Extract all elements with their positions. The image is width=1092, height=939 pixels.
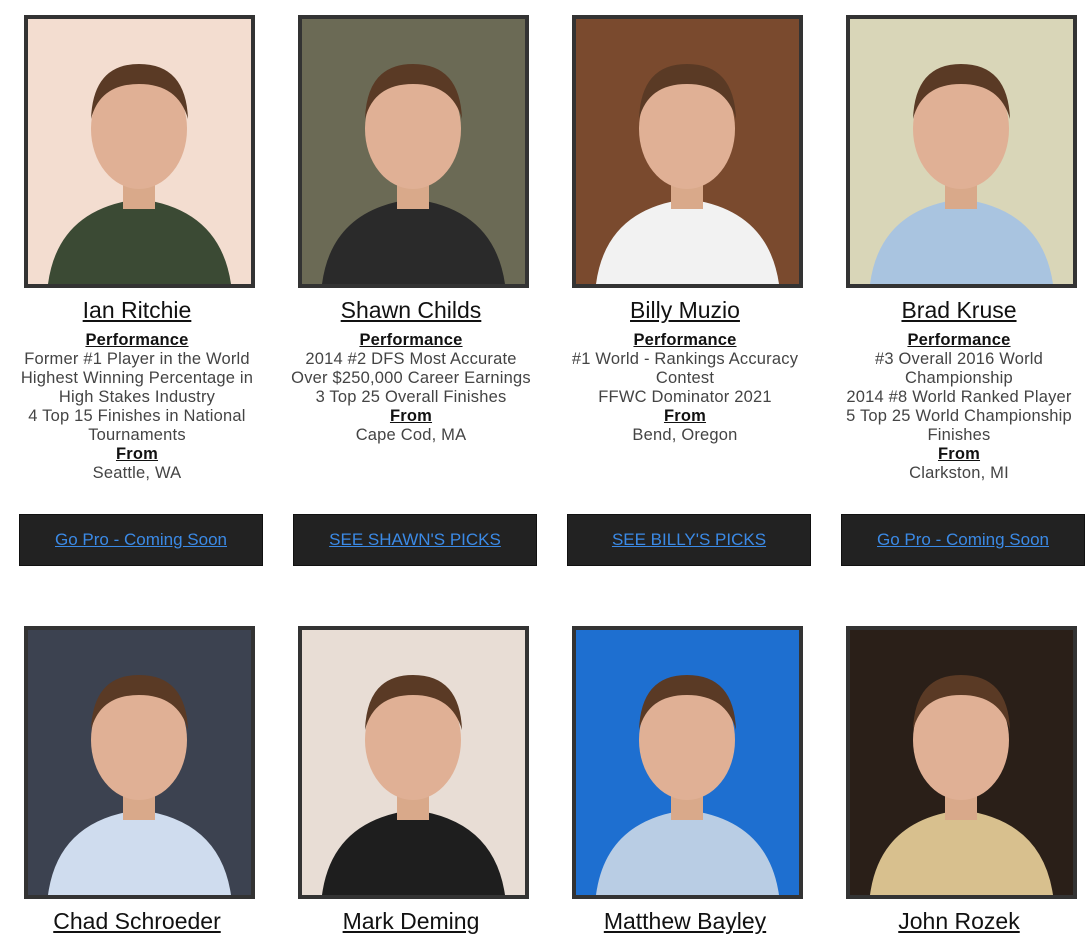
expert-card: Brad Kruse Performance #3 Overall 2016 W… — [822, 0, 1092, 570]
expert-photo — [572, 626, 803, 899]
expert-name-link[interactable]: Billy Muzio — [548, 297, 822, 324]
expert-name-link[interactable]: Shawn Childs — [274, 297, 548, 324]
expert-card: Shawn Childs Performance 2014 #2 DFS Mos… — [274, 0, 548, 570]
performance-line: Over $250,000 Career Earnings — [291, 369, 531, 387]
expert-info: Performance 2014 #2 DFS Most Accurate Ove… — [284, 331, 538, 445]
expert-photo — [24, 626, 255, 899]
portrait-image — [576, 630, 799, 895]
performance-heading: Performance — [907, 331, 1011, 349]
expert-info: Performance #1 World - Rankings Accuracy… — [558, 331, 812, 445]
from-heading: From — [937, 445, 981, 463]
performance-line: #3 Overall 2016 World Championship — [874, 350, 1044, 387]
portrait-image — [850, 630, 1073, 895]
expert-picks-button[interactable]: SEE SHAWN'S PICKS — [293, 514, 537, 566]
expert-card: Billy Muzio Performance #1 World - Ranki… — [548, 0, 822, 570]
performance-line: 3 Top 25 Overall Finishes — [315, 388, 507, 406]
performance-line: Highest Winning Percentage in High Stake… — [20, 369, 254, 406]
portrait-image — [850, 19, 1073, 284]
expert-info: Performance Former #1 Player in the Worl… — [10, 331, 264, 483]
performance-line: 4 Top 15 Finishes in National Tournament… — [28, 407, 246, 444]
portrait-image — [28, 630, 251, 895]
expert-picks-button[interactable]: Go Pro - Coming Soon — [841, 514, 1085, 566]
expert-card: Chad Schroeder — [0, 611, 274, 939]
performance-heading: Performance — [633, 331, 737, 349]
button-link[interactable]: Go Pro - Coming Soon — [55, 530, 227, 550]
performance-heading: Performance — [85, 331, 189, 349]
expert-card: Mark Deming — [274, 611, 548, 939]
expert-name-link[interactable]: Matthew Bayley — [548, 908, 822, 935]
hometown: Clarkston, MI — [909, 464, 1009, 482]
expert-photo — [298, 15, 529, 288]
expert-card: Ian Ritchie Performance Former #1 Player… — [0, 0, 274, 570]
from-heading: From — [115, 445, 159, 463]
from-heading: From — [663, 407, 707, 425]
portrait-image — [302, 19, 525, 284]
expert-picks-button[interactable]: SEE BILLY'S PICKS — [567, 514, 811, 566]
button-link[interactable]: SEE SHAWN'S PICKS — [329, 530, 501, 550]
performance-line: 2014 #2 DFS Most Accurate — [305, 350, 517, 368]
expert-card: Matthew Bayley — [548, 611, 822, 939]
button-link[interactable]: SEE BILLY'S PICKS — [612, 530, 766, 550]
from-heading: From — [389, 407, 433, 425]
portrait-image — [28, 19, 251, 284]
expert-photo — [298, 626, 529, 899]
hometown: Cape Cod, MA — [355, 426, 467, 444]
expert-photo — [572, 15, 803, 288]
expert-photo — [846, 626, 1077, 899]
expert-name-link[interactable]: Mark Deming — [274, 908, 548, 935]
portrait-image — [576, 19, 799, 284]
expert-photo — [846, 15, 1077, 288]
performance-line: 5 Top 25 World Championship Finishes — [846, 407, 1072, 444]
button-link[interactable]: Go Pro - Coming Soon — [877, 530, 1049, 550]
portrait-image — [302, 630, 525, 895]
expert-name-link[interactable]: John Rozek — [822, 908, 1092, 935]
performance-heading: Performance — [359, 331, 463, 349]
hometown: Bend, Oregon — [632, 426, 738, 444]
expert-card: John Rozek — [822, 611, 1092, 939]
expert-photo — [24, 15, 255, 288]
expert-picks-button[interactable]: Go Pro - Coming Soon — [19, 514, 263, 566]
expert-name-link[interactable]: Brad Kruse — [822, 297, 1092, 324]
performance-line: FFWC Dominator 2021 — [598, 388, 772, 406]
performance-line: #1 World - Rankings Accuracy Contest — [571, 350, 799, 387]
expert-name-link[interactable]: Chad Schroeder — [0, 908, 274, 935]
expert-name-link[interactable]: Ian Ritchie — [0, 297, 274, 324]
performance-line: 2014 #8 World Ranked Player — [846, 388, 1072, 406]
performance-line: Former #1 Player in the World — [24, 350, 250, 368]
hometown: Seattle, WA — [92, 464, 182, 482]
expert-info: Performance #3 Overall 2016 World Champi… — [832, 331, 1086, 483]
